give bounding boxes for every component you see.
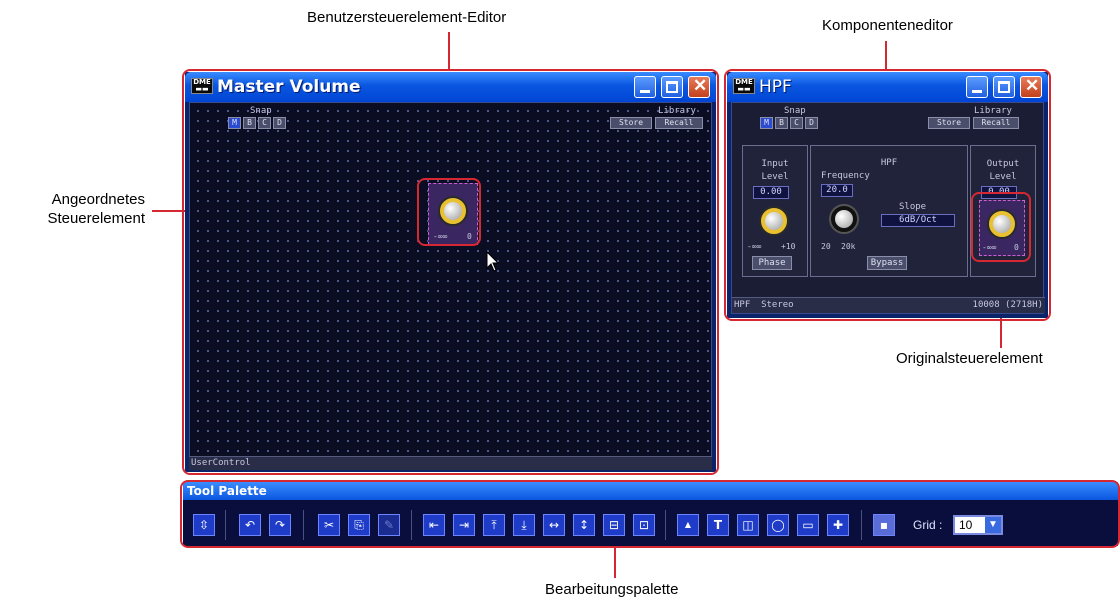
editor-callout-line — [448, 32, 450, 70]
placed-callout-line2: Steuerelement — [47, 210, 145, 227]
palette-callout-line — [614, 548, 616, 578]
editor-highlight — [182, 69, 719, 475]
placed-control-callout: Angeordnetes Steuerelement — [5, 190, 145, 228]
editor-callout: Benutzersteuerelement-Editor — [307, 9, 507, 26]
component-callout-line — [885, 41, 887, 70]
palette-callout: Bearbeitungspalette — [545, 581, 679, 598]
original-control-highlight — [971, 192, 1031, 262]
palette-highlight — [180, 480, 1120, 548]
placed-callout-line1: Angeordnetes — [51, 191, 145, 208]
component-callout: Komponenteneditor — [822, 17, 953, 34]
original-control-callout: Originalsteuerelement — [896, 350, 1043, 367]
placed-control-highlight — [417, 178, 481, 246]
